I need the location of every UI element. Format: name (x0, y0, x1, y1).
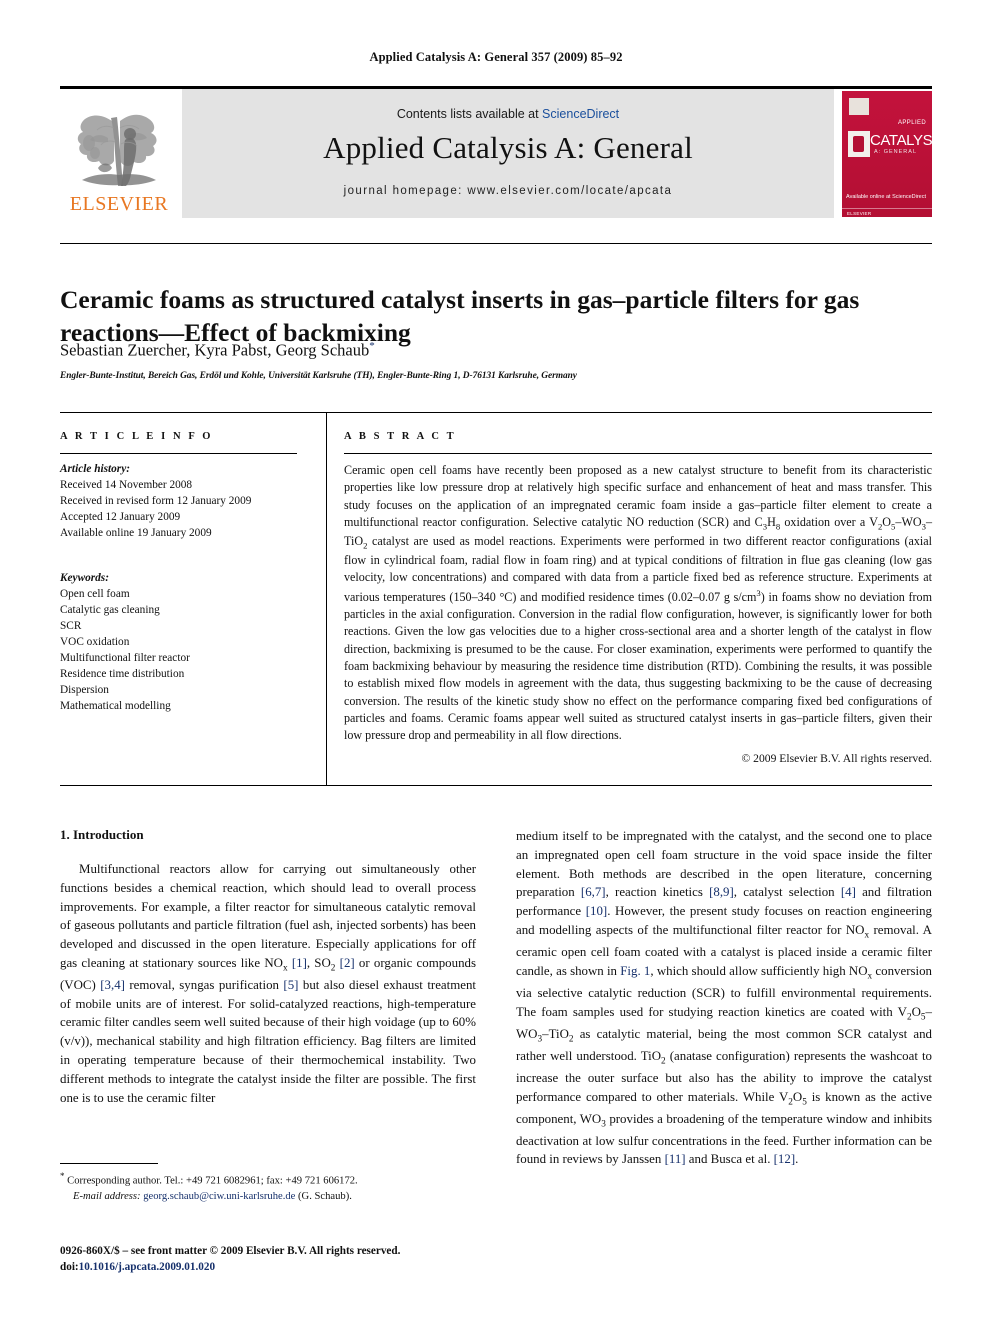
title-separator-rule (60, 243, 932, 244)
running-head: Applied Catalysis A: General 357 (2009) … (369, 50, 623, 64)
citation-link[interactable]: [3,4] (100, 978, 125, 992)
abstract-part: oxidation over a (780, 515, 870, 530)
cover-catalysis-label: CATALYSIS (870, 132, 932, 149)
elsevier-wordmark: ELSEVIER (69, 193, 169, 215)
text-run: O (792, 1089, 803, 1104)
citation-link[interactable]: [10] (586, 904, 607, 918)
cover-emblem (848, 131, 870, 157)
citation-link[interactable]: [1] (292, 956, 307, 970)
text-run: O (911, 1004, 921, 1019)
abstract-heading: A B S T R A C T (344, 431, 457, 442)
citation-link[interactable]: [6,7] (581, 885, 606, 899)
sciencedirect-link[interactable]: ScienceDirect (542, 107, 619, 121)
journal-cover-thumbnail: APPLIED CATALYSIS A: GENERAL Available o… (842, 91, 932, 217)
doi-label: doi: (60, 1261, 79, 1274)
abstract-band-top-rule (60, 412, 932, 413)
keyword-item: Dispersion (60, 684, 109, 697)
email-note: E-mail address: georg.schaub@ciw.uni-kar… (60, 1189, 480, 1205)
contents-prefix: Contents lists available at (396, 107, 543, 121)
cover-applied-label: APPLIED (898, 120, 927, 126)
keyword-item: Residence time distribution (60, 668, 185, 681)
text-run: Multifunctional reactors allow for carry… (60, 862, 476, 970)
doi-line: doi:10.1016/j.apcata.2009.01.020 (60, 1259, 530, 1275)
footnote-separator-rule (60, 1163, 158, 1164)
subscript-x: x (282, 963, 288, 974)
history-item: Accepted 12 January 2009 (60, 511, 181, 524)
abstract-band-vertical-rule (326, 412, 327, 786)
author-names: Sebastian Zuercher, Kyra Pabst, Georg Sc… (60, 340, 370, 360)
abstract-copyright: © 2009 Elsevier B.V. All rights reserved… (741, 751, 932, 765)
footnote-block: * Corresponding author. Tel.: +49 721 60… (60, 1170, 480, 1205)
citation-link[interactable]: [5] (283, 978, 298, 992)
front-matter-block: 0926-860X/$ – see front matter © 2009 El… (60, 1243, 530, 1275)
paragraph-introduction-right: medium itself to be impregnated with the… (516, 827, 932, 1169)
paragraph-introduction-left: Multifunctional reactors allow for carry… (60, 860, 476, 1107)
article-info-column: A R T I C L E I N F O Article history: R… (60, 431, 310, 714)
article-history-label: Article history: (60, 463, 130, 475)
abstract-part: ) in foams show no deviation from partic… (344, 589, 932, 743)
history-item: Received in revised form 12 January 2009 (60, 495, 252, 508)
text-run: –TiO (542, 1026, 569, 1041)
cover-logo-block (849, 98, 869, 115)
keyword-item: Open cell foam (60, 588, 130, 601)
figure-link[interactable]: Fig. 1 (620, 964, 650, 978)
text-run: , which should allow sufficiently high N… (650, 963, 868, 978)
citation-link[interactable]: [11] (665, 1152, 686, 1166)
email-owner: (G. Schaub). (298, 1191, 352, 1203)
keyword-item: Catalytic gas cleaning (60, 604, 160, 617)
cover-publisher-label: ELSEVIER (847, 211, 872, 216)
abstract-text: Ceramic open cell foams have recently be… (344, 462, 932, 745)
cover-sciencedirect-note: Available online at ScienceDirect (846, 193, 926, 200)
corresponding-author-note: * Corresponding author. Tel.: +49 721 60… (60, 1170, 480, 1189)
paper-page: Applied Catalysis A: General 357 (2009) … (0, 0, 992, 1323)
abstract-column: A B S T R A C T Ceramic open cell foams … (344, 431, 932, 765)
history-item: Received 14 November 2008 (60, 479, 193, 492)
article-history-block: Article history: Received 14 November 20… (60, 461, 310, 541)
cover-general-label: A: GENERAL (874, 149, 918, 155)
keywords-block: Keywords: Open cell foam Catalytic gas c… (60, 570, 310, 714)
text-run: , SO (306, 955, 331, 970)
text-run: and Busca et al. (685, 1152, 774, 1167)
issn-front-matter: 0926-860X/$ – see front matter © 2009 El… (60, 1245, 401, 1257)
corresponding-author-marker: * (369, 340, 375, 352)
footnote-marker: * (60, 1171, 65, 1181)
email-link[interactable]: georg.schaub@ciw.uni-karlsruhe.de (143, 1191, 295, 1202)
keyword-item: VOC oxidation (60, 636, 130, 649)
elsevier-tree-icon (77, 114, 157, 186)
keyword-item: Mathematical modelling (60, 700, 171, 713)
cover-divider (842, 208, 932, 209)
formula-c3h8: C3H8 (754, 515, 781, 532)
journal-homepage[interactable]: journal homepage: www.elsevier.com/locat… (182, 185, 834, 197)
article-info-rule (60, 453, 297, 454)
text-run: , reaction kinetics (605, 885, 710, 900)
journal-masthead: Contents lists available at ScienceDirec… (60, 86, 932, 218)
citation-link[interactable]: [8,9] (709, 885, 734, 899)
keywords-label: Keywords: (60, 572, 109, 585)
text-run: , catalyst selection (733, 885, 841, 900)
affiliation: Engler-Bunte-Institut, Bereich Gas, Erdö… (60, 371, 577, 381)
citation-link[interactable]: [2] (340, 956, 355, 970)
elsevier-logo: ELSEVIER (60, 94, 178, 218)
section-heading-introduction: 1. Introduction (60, 827, 144, 842)
keyword-item: Multifunctional filter reactor (60, 652, 190, 665)
doi-link[interactable]: 10.1016/j.apcata.2009.01.020 (79, 1261, 215, 1273)
text-run: but also diesel exhaust treatment of mob… (60, 977, 476, 1105)
author-list: Sebastian Zuercher, Kyra Pabst, Georg Sc… (60, 340, 860, 361)
body-column-right: medium itself to be impregnated with the… (516, 827, 932, 1169)
abstract-rule (344, 453, 932, 454)
body-column-left: 1. Introduction Multifunctional reactors… (60, 827, 476, 1107)
article-info-heading: A R T I C L E I N F O (60, 431, 214, 442)
citation-link[interactable]: [4] (841, 885, 856, 899)
text-run: removal, syngas purification (124, 977, 284, 992)
keyword-item: SCR (60, 620, 82, 633)
email-label: E-mail address: (73, 1191, 141, 1203)
contents-list-line: Contents lists available at ScienceDirec… (182, 107, 834, 121)
journal-title: Applied Catalysis A: General (323, 130, 693, 165)
text-run: . (795, 1152, 799, 1167)
history-item: Available online 19 January 2009 (60, 527, 212, 540)
cover-title-row: APPLIED CATALYSIS A: GENERAL (848, 120, 932, 159)
citation-link[interactable]: [12] (774, 1152, 795, 1166)
corresponding-author-text: Corresponding author. Tel.: +49 721 6082… (67, 1175, 358, 1187)
abstract-band-bottom-rule (60, 785, 932, 786)
